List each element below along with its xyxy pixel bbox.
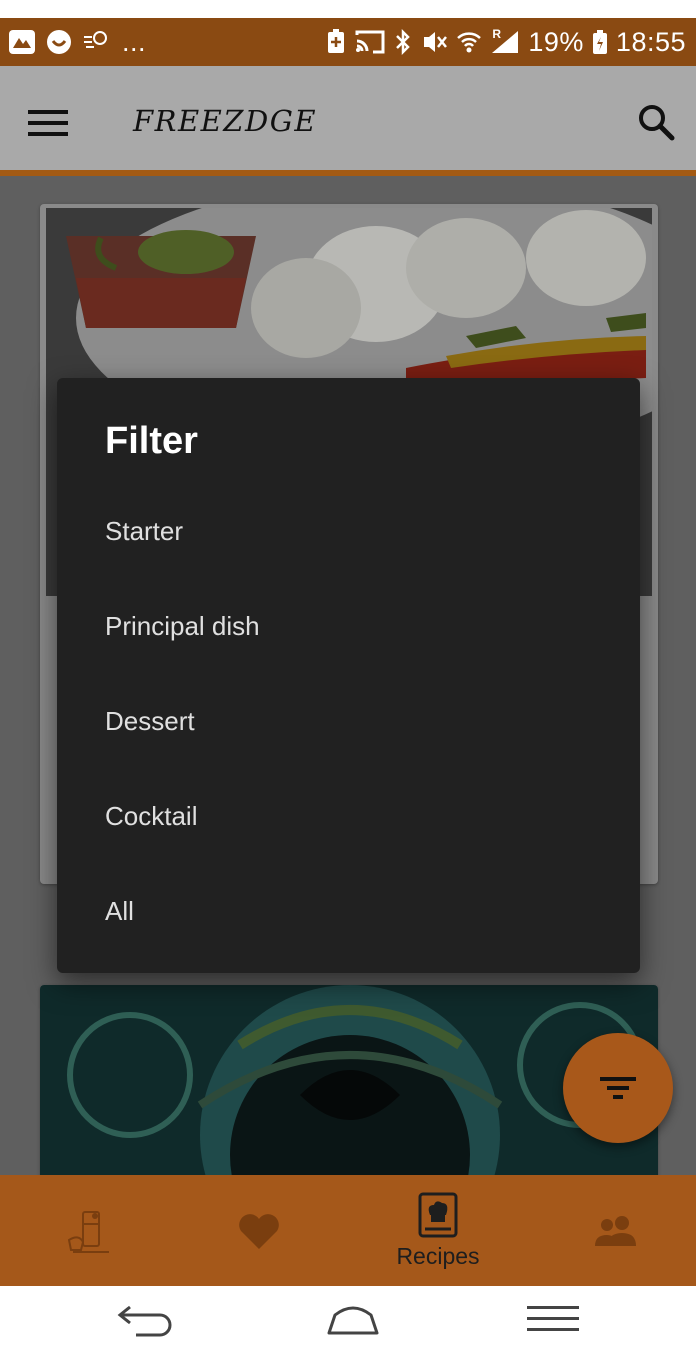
filter-option-all[interactable]: All (105, 881, 585, 941)
status-bar-top-strip (0, 0, 696, 18)
filter-fab-button[interactable] (563, 1033, 673, 1143)
nav-item-favorites[interactable] (209, 1175, 309, 1286)
clock: 18:55 (615, 26, 686, 57)
nav-item-people[interactable] (566, 1175, 666, 1286)
notification-icon (82, 29, 112, 55)
app-title: FREEZDGE (133, 104, 318, 138)
filter-option-principal-dish[interactable]: Principal dish (105, 596, 585, 656)
roaming-label: R (492, 27, 502, 41)
heart-icon (239, 1213, 279, 1249)
battery-saver-icon (326, 29, 346, 55)
app-bar (0, 66, 696, 172)
nav-label-recipes: Recipes (396, 1243, 480, 1269)
battery-charging-icon (592, 29, 608, 55)
bluetooth-icon (394, 29, 412, 55)
nav-item-recipes[interactable]: Recipes (378, 1175, 498, 1286)
recipe-book-icon (418, 1192, 458, 1238)
hamburger-menu-icon[interactable] (28, 108, 68, 138)
battery-percent: 19% (528, 26, 584, 57)
filter-list-icon (600, 1077, 636, 1099)
wifi-icon (456, 29, 482, 55)
vibrate-mute-icon (420, 29, 448, 55)
bottom-navigation: Recipes (0, 1175, 696, 1286)
system-navigation-bar (0, 1286, 696, 1354)
home-icon[interactable] (318, 1296, 388, 1342)
filter-option-starter[interactable]: Starter (105, 501, 585, 561)
fridge-icon (67, 1210, 109, 1253)
signal-icon: R (490, 27, 520, 55)
filter-option-dessert[interactable]: Dessert (105, 691, 585, 751)
recents-icon[interactable] (518, 1296, 588, 1342)
filter-dialog: Filter Starter Principal dish Dessert Co… (57, 378, 640, 973)
chat-notification-icon (46, 29, 72, 55)
people-icon (595, 1215, 636, 1246)
more-notifications-text: ... (122, 26, 147, 57)
nav-item-fridge[interactable] (40, 1175, 140, 1286)
cast-icon (354, 29, 386, 55)
search-icon[interactable] (636, 102, 676, 142)
filter-option-cocktail[interactable]: Cocktail (105, 786, 585, 846)
back-icon[interactable] (110, 1296, 180, 1342)
status-bar: ... R 19% 18:55 (0, 18, 696, 66)
dialog-title: Filter (105, 420, 198, 462)
gallery-notification-icon (8, 29, 36, 55)
